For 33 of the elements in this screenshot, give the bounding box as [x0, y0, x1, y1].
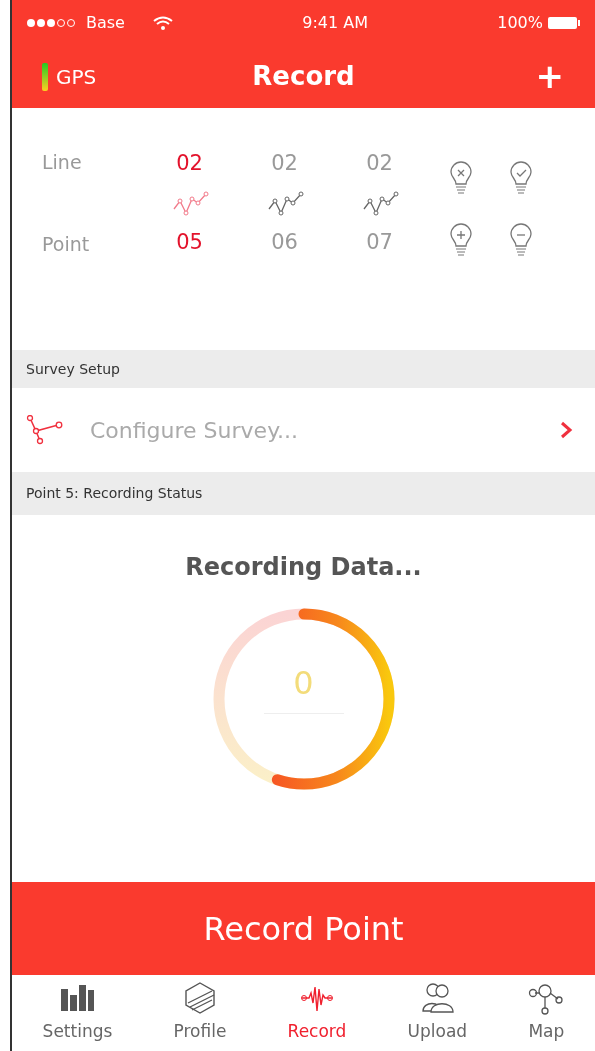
section-header: Survey Setup [26, 359, 120, 379]
status-time: 9:41 AM [302, 11, 368, 34]
configure-survey-item[interactable]: Configure Survey... [12, 388, 595, 472]
nodes-icon [528, 981, 565, 1016]
screen-title: Record [252, 60, 355, 93]
tab-bar-item[interactable]: Map [528, 981, 565, 1045]
line-point-selector[interactable]: 02 07 [332, 148, 427, 258]
tab-bar-item[interactable]: Settings [42, 981, 113, 1045]
progress-reading: 0 [293, 663, 314, 704]
signal-icon [26, 17, 78, 28]
add-button[interactable]: + [485, 50, 565, 103]
users-icon [419, 981, 456, 1016]
gps-label: GPS [56, 63, 97, 91]
bulb-plus-icon[interactable] [447, 222, 475, 256]
line-point-selector[interactable]: 02 06 [237, 148, 332, 258]
bulb-x-icon[interactable] [447, 160, 475, 194]
tab-bar-item[interactable]: Upload [407, 981, 468, 1045]
battery-percent: 100% [497, 11, 543, 34]
bulb-minus-icon[interactable] [507, 222, 535, 256]
wifi-icon [152, 15, 173, 30]
bulb-check-icon[interactable] [507, 160, 535, 194]
tab-bar-item[interactable]: Record [287, 981, 347, 1045]
line-label: Line [42, 150, 83, 175]
line-point-selector[interactable]: 02 05 [142, 148, 237, 258]
battery-icon [547, 15, 581, 30]
gps-signal-bar [42, 62, 48, 91]
section-header: Point 5: Recording Status [26, 484, 203, 503]
record-point-button[interactable]: Record Point [12, 882, 595, 975]
point-label: Point [42, 231, 91, 257]
chevron-right-icon [559, 421, 573, 439]
status-title: Recording Data... [185, 552, 422, 583]
carrier-name: Base [86, 11, 125, 34]
tab-bar-item[interactable]: Profile [173, 981, 227, 1045]
